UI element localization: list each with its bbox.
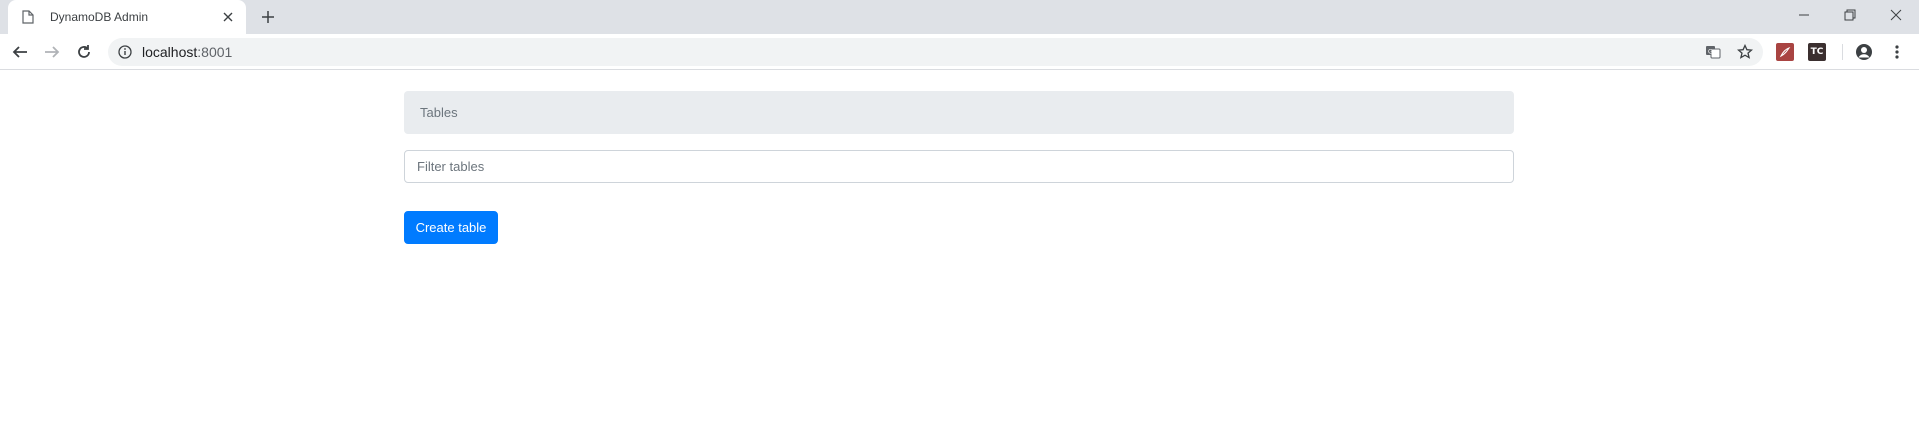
profile-avatar-icon[interactable] [1852,40,1876,64]
toolbar-divider [1842,44,1843,60]
close-icon[interactable] [1873,0,1919,30]
info-icon[interactable] [117,44,133,60]
window-controls [1781,0,1919,30]
bookmark-star-icon[interactable] [1733,40,1757,64]
menu-kebab-icon[interactable] [1885,40,1909,64]
tab-title: DynamoDB Admin [50,10,149,24]
browser-toolbar: localhost:8001 G TC [0,34,1919,70]
svg-text:G: G [1708,49,1713,56]
restore-icon[interactable] [1827,0,1873,30]
create-table-button[interactable]: Create table [404,211,498,244]
tab-strip: DynamoDB Admin [0,0,1919,34]
plus-icon[interactable] [256,5,280,29]
filter-tables-input[interactable] [404,150,1514,183]
browser-tab[interactable]: DynamoDB Admin [8,0,246,34]
page-icon [20,9,36,25]
breadcrumb: Tables [404,91,1514,134]
acrobat-extension-icon[interactable] [1776,43,1794,61]
tc-extension-label: TC [1810,47,1824,57]
address-url: localhost:8001 [142,44,232,60]
back-arrow-icon[interactable] [8,40,32,64]
translate-icon[interactable]: G [1701,40,1725,64]
breadcrumb-tables[interactable]: Tables [420,105,458,120]
address-bar[interactable]: localhost:8001 [108,38,1763,66]
address-port: :8001 [197,44,233,60]
tab-close-icon[interactable] [220,9,236,25]
minimize-icon[interactable] [1781,0,1827,30]
forward-arrow-icon[interactable] [40,40,64,64]
reload-icon[interactable] [72,40,96,64]
page-content: Tables Create table [0,71,1919,447]
tc-extension-icon[interactable]: TC [1808,43,1826,61]
address-host: localhost [142,44,198,60]
